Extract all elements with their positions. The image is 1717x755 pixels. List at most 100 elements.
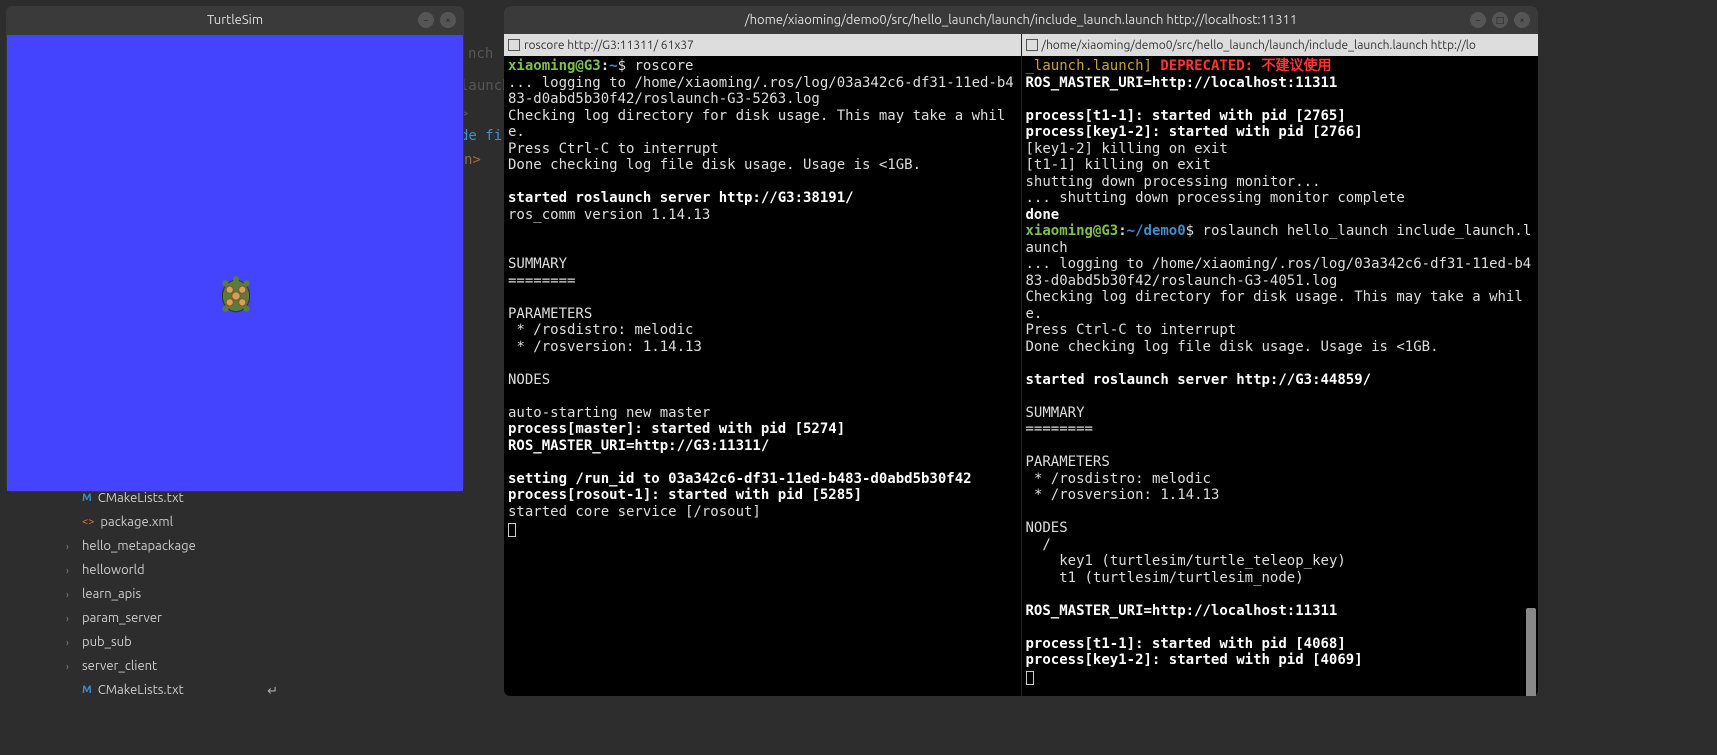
minimize-button[interactable]: – [418, 12, 434, 28]
terminal-body-right[interactable]: _launch.launch] DEPRECATED: 不建议使用 ROS_MA… [1022, 56, 1539, 696]
folder-learn-apis[interactable]: › learn_apis [50, 582, 290, 606]
log-line: * /rosversion: 1.14.13 [508, 339, 702, 355]
bg-text: n> [464, 152, 481, 168]
split-icon [508, 39, 520, 51]
chevron-right-icon: › [66, 637, 76, 648]
log-line: SUMMARY [508, 256, 567, 272]
prompt-user: xiaoming@G3 [508, 58, 601, 74]
log-line: [key1-2] killing on exit [1026, 141, 1228, 157]
folder-label: helloworld [82, 563, 145, 577]
log-line: process[key1-2]: started with pid [2766] [1026, 124, 1363, 140]
log-line: setting /run_id to 03a342c6-df31-11ed-b4… [508, 471, 972, 487]
cursor [508, 523, 516, 537]
log-line: PARAMETERS [1026, 454, 1110, 470]
bg-text: launch [460, 78, 511, 94]
folder-pub-sub[interactable]: › pub_sub [50, 630, 290, 654]
turtlesim-titlebar[interactable]: TurtleSim – × [6, 6, 464, 34]
log-line: DEPRECATED: 不建议使用 [1152, 58, 1332, 74]
folder-label: param_server [82, 611, 162, 625]
prompt-user: xiaoming@G3 [1026, 223, 1119, 239]
log-line: * /rosdistro: melodic [508, 322, 693, 338]
file-package-xml[interactable]: <> package.xml [50, 510, 290, 534]
log-line: ros_comm version 1.14.13 [508, 207, 710, 223]
log-line: / [1026, 537, 1051, 553]
chevron-right-icon: › [66, 661, 76, 672]
log-line: * /rosdistro: melodic [1026, 471, 1211, 487]
log-line: started core service [/rosout] [508, 504, 761, 520]
folder-server-client[interactable]: › server_client [50, 654, 290, 678]
terminal-pane-left: roscore http://G3:11311/ 61x37 xiaoming@… [504, 34, 1021, 696]
log-line: Done checking log file disk usage. Usage… [1026, 339, 1439, 355]
terminal-body-left[interactable]: xiaoming@G3:~$ roscore ... logging to /h… [504, 56, 1021, 696]
folder-hello-metapackage[interactable]: › hello_metapackage [50, 534, 290, 558]
turtlesim-canvas[interactable] [7, 35, 463, 491]
log-line: ROS_MASTER_URI=http://localhost:11311 [1026, 75, 1338, 91]
log-line: _launch.launch] [1026, 58, 1152, 74]
log-line: t1 (turtlesim/turtlesim_node) [1026, 570, 1304, 586]
log-line: NODES [508, 372, 550, 388]
log-line: * /rosversion: 1.14.13 [1026, 487, 1220, 503]
close-button[interactable]: × [440, 12, 456, 28]
file-label: package.xml [100, 515, 173, 529]
bg-text: de fi [460, 128, 502, 144]
scrollbar[interactable] [1526, 608, 1536, 696]
log-line: process[key1-2]: started with pid [4069] [1026, 652, 1363, 668]
chevron-right-icon: › [66, 565, 76, 576]
folder-param-server[interactable]: ›param_server [50, 606, 290, 630]
log-line: started roslaunch server http://G3:44859… [1026, 372, 1372, 388]
bg-text: nch [468, 46, 493, 62]
folder-label: server_client [82, 659, 157, 673]
maximize-button[interactable]: □ [1492, 12, 1508, 28]
minimize-button[interactable]: – [1470, 12, 1486, 28]
log-line: key1 (turtlesim/turtle_teleop_key) [1026, 553, 1346, 569]
turtlesim-window: TurtleSim – × [6, 6, 464, 492]
folder-label: pub_sub [82, 635, 132, 649]
split-icon [1026, 39, 1038, 51]
xml-icon: <> [82, 516, 94, 528]
turtle-icon [215, 275, 257, 317]
log-line: Checking log directory for disk usage. T… [508, 108, 1005, 141]
terminal-tab-left[interactable]: roscore http://G3:11311/ 61x37 [504, 34, 1021, 56]
log-line: Done checking log file disk usage. Usage… [508, 157, 921, 173]
terminal-tab-right[interactable]: /home/xiaoming/demo0/src/hello_launch/la… [1022, 34, 1539, 56]
log-line: ======== [1026, 421, 1093, 437]
tab-label: /home/xiaoming/demo0/src/hello_launch/la… [1042, 39, 1476, 52]
tab-label: roscore http://G3:11311/ 61x37 [524, 39, 694, 52]
log-line: ... logging to /home/xiaoming/.ros/log/0… [1026, 256, 1532, 289]
folder-helloworld[interactable]: › helloworld [50, 558, 290, 582]
file-label: CMakeLists.txt [98, 683, 184, 697]
log-line: [t1-1] killing on exit [1026, 157, 1211, 173]
chevron-right-icon: › [66, 589, 76, 600]
file-tree: M CMakeLists.txt <> package.xml › hello_met… [50, 486, 290, 702]
cursor [1026, 671, 1034, 685]
file-cmake-bottom[interactable]: M CMakeLists.txt ↵ [50, 678, 290, 702]
prompt-path: ~ [609, 58, 617, 74]
terminal-titlebar[interactable]: /home/xiaoming/demo0/src/hello_launch/la… [504, 6, 1538, 34]
log-line: Press Ctrl-C to interrupt [508, 141, 719, 157]
log-line: PARAMETERS [508, 306, 592, 322]
prompt-path: ~/demo0 [1127, 223, 1186, 239]
log-line: NODES [1026, 520, 1068, 536]
terminal-pane-right: /home/xiaoming/demo0/src/hello_launch/la… [1021, 34, 1539, 696]
window-title: /home/xiaoming/demo0/src/hello_launch/la… [745, 13, 1297, 27]
log-line: auto-starting new master [508, 405, 710, 421]
log-line: SUMMARY [1026, 405, 1085, 421]
log-line: started roslaunch server http://G3:38191… [508, 190, 854, 206]
log-line: process[rosout-1]: started with pid [528… [508, 487, 862, 503]
close-button[interactable]: × [1514, 12, 1530, 28]
log-line: process[t1-1]: started with pid [4068] [1026, 636, 1346, 652]
folder-label: learn_apis [82, 587, 141, 601]
window-title: TurtleSim [207, 13, 263, 27]
chevron-right-icon: › [66, 541, 76, 552]
file-label: CMakeLists.txt [98, 491, 184, 505]
return-icon: ↵ [267, 684, 278, 699]
log-line: ROS_MASTER_URI=http://localhost:11311 [1026, 603, 1338, 619]
cmake-icon: M [82, 492, 92, 504]
folder-label: hello_metapackage [82, 539, 196, 553]
log-line: Checking log directory for disk usage. T… [1026, 289, 1523, 322]
log-line: process[master]: started with pid [5274] [508, 421, 845, 437]
log-line: shutting down processing monitor... [1026, 174, 1321, 190]
command-text: roscore [634, 58, 693, 74]
log-line: Press Ctrl-C to interrupt [1026, 322, 1237, 338]
cmake-icon: M [82, 684, 92, 696]
